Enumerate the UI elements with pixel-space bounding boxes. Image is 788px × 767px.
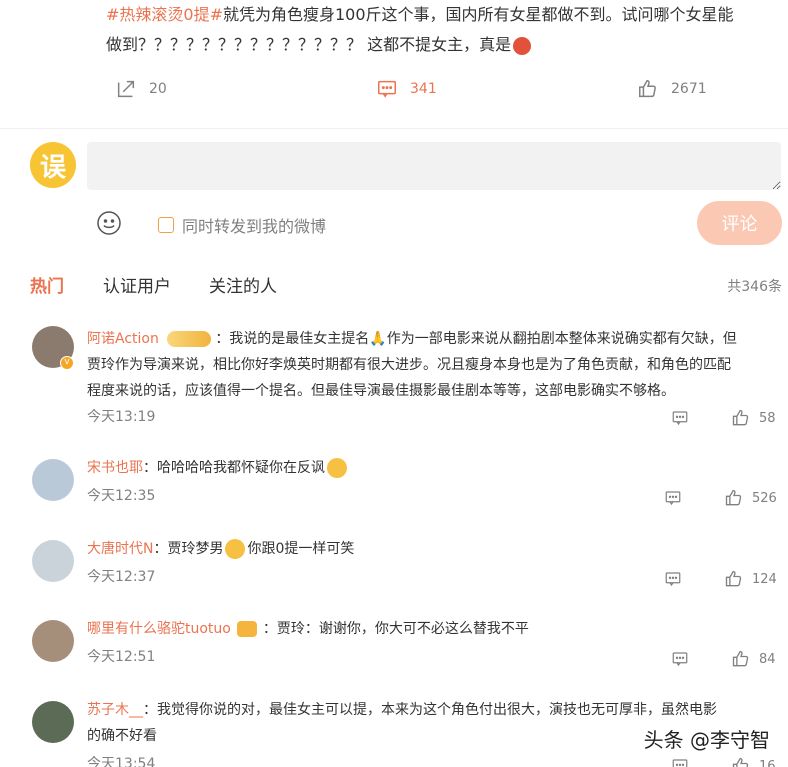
checkbox-box[interactable] xyxy=(158,217,174,233)
tab-verified[interactable]: 认证用户 xyxy=(103,272,171,297)
comment-tabs: 热门 认证用户 关注的人 共346条 xyxy=(0,272,788,300)
comment-like-button[interactable]: 526 xyxy=(724,488,777,508)
tab-following[interactable]: 关注的人 xyxy=(209,272,277,297)
post-action-bar: 20 341 2671 xyxy=(0,78,788,102)
comment-input[interactable] xyxy=(87,142,781,190)
post-text: #热辣滚烫0提#就凭为角色瘦身100斤这个事，国内所有女星都做不到。试问哪个女星… xyxy=(106,0,778,60)
avatar-glyph: 误 xyxy=(39,152,66,183)
share-icon xyxy=(117,80,135,98)
like-count: 2671 xyxy=(671,81,707,97)
commenter-name[interactable]: 宋书也耶 xyxy=(87,460,143,476)
comment-text-line1b: 你跟0提一样可笑 xyxy=(247,541,355,557)
comment-like-count: 58 xyxy=(759,410,776,426)
comment-count: 341 xyxy=(410,81,437,97)
emoji-icon[interactable] xyxy=(96,210,122,236)
angry-emoji-icon xyxy=(513,36,532,55)
avatar[interactable] xyxy=(32,540,74,582)
user-avatar: 误 xyxy=(30,142,76,188)
thumbs-up-icon xyxy=(732,757,749,767)
post-hashtag[interactable]: #热辣滚烫0提# xyxy=(106,5,223,24)
comment-total: 共346条 xyxy=(727,279,782,295)
thumbs-up-icon xyxy=(725,570,742,587)
divider xyxy=(0,128,788,129)
comment-text-line1: ：贾玲：谢谢你，你大可不必这么替我不平 xyxy=(262,621,529,637)
comment-like-button[interactable]: 124 xyxy=(724,569,777,589)
comment-text-line1: ：贾玲梦男 xyxy=(153,541,224,557)
avatar[interactable] xyxy=(32,701,74,743)
commenter-name[interactable]: 哪里有什么骆驼tuotuo xyxy=(87,621,231,637)
fan-badge-icon xyxy=(236,621,257,637)
tab-hot[interactable]: 热门 xyxy=(30,272,64,297)
repost-checkbox-label: 同时转发到我的微博 xyxy=(182,217,327,236)
like-button[interactable]: 2671 xyxy=(637,78,707,100)
comment-time: 今天12:37 xyxy=(87,569,156,585)
comment-like-count: 526 xyxy=(752,490,777,506)
reply-icon[interactable] xyxy=(671,650,689,668)
comment-text-line3: 程度来说的话，应该值得一个提名。但最佳导演最佳摄影最佳剧本等等，这部电影确实不够… xyxy=(87,383,675,399)
comment-text-line2: 贾玲作为导演来说，相比你好李焕英时期都有很大进步。况且瘦身本身也是为了角色贡献，… xyxy=(87,357,731,373)
vip-crown-icon xyxy=(167,331,212,347)
avatar[interactable] xyxy=(32,459,74,501)
comment-text-line1: ：我觉得你说的对，最佳女主可以提，本来为这个角色付出很大，演技也无可厚非，虽然电… xyxy=(143,702,717,718)
comment-like-button[interactable]: 84 xyxy=(731,649,776,669)
commenter-name[interactable]: 阿诺Action xyxy=(87,331,159,347)
comment-icon xyxy=(378,80,396,98)
comment-time: 今天13:19 xyxy=(87,409,156,425)
laugh-cry-emoji-icon xyxy=(327,458,347,478)
comment-button[interactable]: 341 xyxy=(376,78,437,100)
comment-time: 今天12:35 xyxy=(87,488,156,504)
avatar[interactable] xyxy=(32,620,74,662)
submit-comment-button[interactable]: 评论 xyxy=(697,201,782,245)
reply-icon[interactable] xyxy=(664,489,682,507)
comment-time: 今天12:51 xyxy=(87,649,156,665)
verified-badge-icon: v xyxy=(60,356,74,370)
repost-count: 20 xyxy=(149,81,167,97)
thumbs-up-icon xyxy=(732,650,749,667)
post-text-line1: 就凭为角色瘦身100斤这个事，国内所有女星都做不到。试问哪个女星能 xyxy=(223,5,734,24)
comment-like-button[interactable]: 16 xyxy=(731,756,776,767)
comment-like-count: 124 xyxy=(752,571,777,587)
thumbs-up-icon xyxy=(725,489,742,506)
comment-time: 今天13:54 xyxy=(87,756,156,767)
commenter-name[interactable]: 大唐时代N xyxy=(87,541,153,557)
thumbs-up-icon xyxy=(732,409,749,426)
reply-icon[interactable] xyxy=(664,570,682,588)
watermark: 头条 @李守智 xyxy=(643,728,770,752)
repost-button[interactable]: 20 xyxy=(115,78,167,100)
reply-icon[interactable] xyxy=(671,409,689,427)
reply-icon[interactable] xyxy=(671,757,689,767)
commenter-name[interactable]: 苏子木__ xyxy=(87,702,143,718)
comment-like-count: 84 xyxy=(759,651,776,667)
repost-checkbox[interactable]: 同时转发到我的微博 xyxy=(158,213,326,237)
post-text-line2: 做到？？？？？？？？？？？？？？ 这都不提女主，真是 xyxy=(106,35,512,54)
thumbs-up-icon xyxy=(639,80,656,98)
comment-text-line1: ：我说的是最佳女主提名🙏作为一部电影来说从翻拍剧本整体来说确实都有欠缺，但 xyxy=(215,331,737,347)
comment-text-line1: ：哈哈哈哈我都怀疑你在反讽 xyxy=(143,460,325,476)
comment-like-count: 16 xyxy=(759,758,776,767)
comment-like-button[interactable]: 58 xyxy=(731,408,776,428)
laugh-cry-emoji-icon xyxy=(225,539,246,559)
